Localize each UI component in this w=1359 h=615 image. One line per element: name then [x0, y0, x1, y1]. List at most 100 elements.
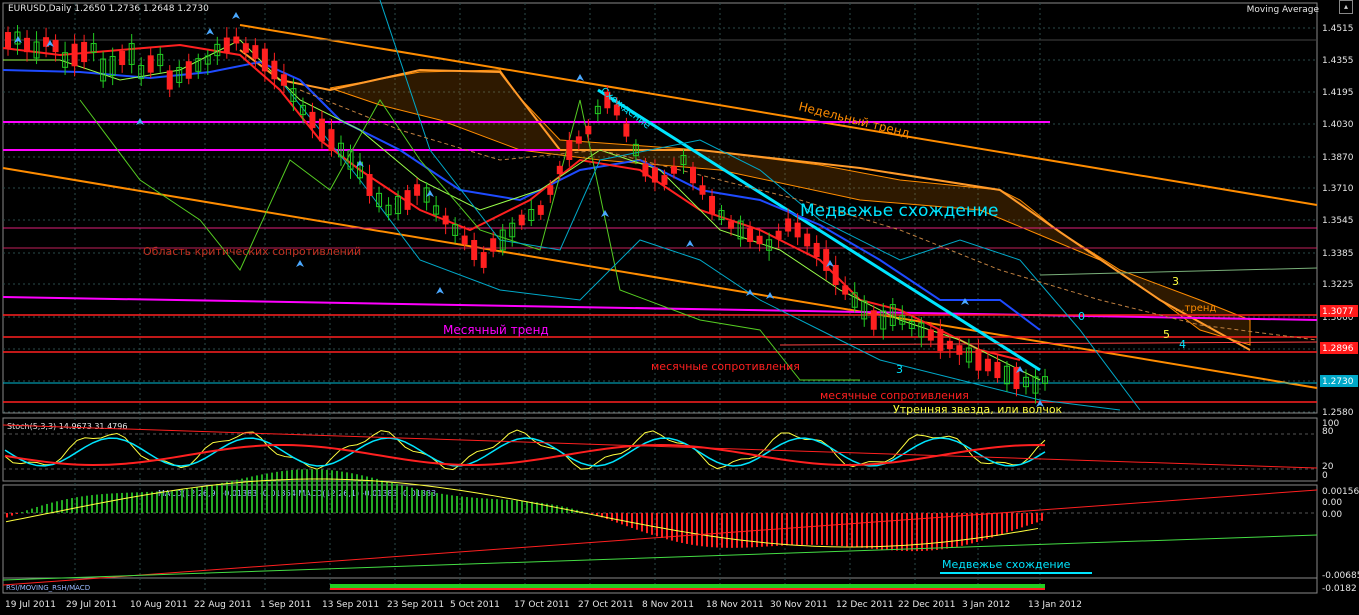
indicator-name: Moving Average [1246, 5, 1319, 15]
time-tick: 3 Jan 2012 [962, 600, 1010, 610]
macd-bar [296, 469, 298, 513]
macd-bar [561, 506, 563, 513]
macd-bar [431, 492, 433, 513]
candle-body [728, 221, 735, 229]
time-tick: 17 Oct 2011 [514, 600, 570, 610]
macd-bar [311, 469, 313, 513]
macd-bar [176, 489, 178, 513]
candle-body [670, 166, 677, 174]
macd-bar [216, 483, 218, 513]
macd-tick: 0.00 [1322, 510, 1342, 520]
candle-body [623, 123, 630, 137]
macd-bar [201, 486, 203, 513]
stoch-tick: 80 [1322, 427, 1334, 437]
macd-bar [831, 513, 833, 546]
macd-bar [466, 497, 468, 513]
close-icon[interactable]: ▴ [1339, 0, 1353, 14]
stoch-label: Stoch(5,3,3) 14.9673 31.4796 [7, 422, 127, 431]
candle-body [547, 185, 554, 195]
macd-bar [516, 500, 518, 513]
macd-bar [346, 472, 348, 513]
macd-bar [366, 476, 368, 513]
symbol-info: EURUSD,Daily 1.2650 1.2736 1.2648 1.2730 [8, 4, 209, 14]
macd-bar [791, 513, 793, 546]
macd-bar [511, 500, 513, 513]
candle-body [252, 45, 259, 59]
candle-body [804, 233, 811, 247]
wave-5-label: 5 [1163, 328, 1170, 341]
macd-bar [276, 471, 278, 513]
macd-bar [66, 499, 68, 513]
candle-body [747, 228, 754, 242]
macd-bar [526, 501, 528, 513]
macd-bar [656, 513, 658, 537]
price-axis: 1.4515 1.4355 1.4195 1.4030 1.3870 1.3710 1.35… [1320, 24, 1358, 418]
bear-divergence-label: Медвежье схождение [800, 201, 999, 221]
macd-bar [361, 475, 363, 513]
macd-bar [981, 513, 983, 541]
macd-bar [1001, 513, 1003, 535]
candle-body [309, 111, 316, 129]
partial-trend-label: ...тренд [1175, 303, 1216, 314]
macd-bar [646, 513, 648, 534]
macd-bar [401, 485, 403, 513]
macd-bar [711, 513, 713, 548]
wave-3-label: 3 [896, 363, 903, 376]
macd-bar [11, 513, 13, 516]
macd-bar [456, 495, 458, 513]
macd-bar [126, 492, 128, 513]
candle-body [442, 215, 449, 225]
candle-body [585, 125, 592, 135]
macd-bar [426, 491, 428, 513]
time-tick: 22 Aug 2011 [194, 600, 252, 610]
macd-bar [131, 492, 133, 513]
price-tick: 1.3225 [1322, 280, 1354, 290]
macd-bar [171, 490, 173, 513]
macd-bar [36, 506, 38, 513]
candle-body [927, 329, 934, 341]
trading-chart[interactable]: Недельный трендСхождениеМедвежье схожден… [0, 0, 1359, 615]
macd-bar [851, 513, 853, 547]
macd-bar [331, 470, 333, 513]
candle-body [185, 61, 192, 79]
macd-bar [211, 484, 213, 513]
candle-body [537, 205, 544, 215]
macd-bar [506, 499, 508, 513]
bottom-label: RSI/MOVING_RSH/MACD [6, 584, 90, 592]
macd-bar [721, 513, 723, 548]
price-tick: 1.4355 [1322, 56, 1354, 66]
candle-body [81, 41, 88, 63]
price-tick: 1.3385 [1322, 249, 1354, 259]
macd-bar [336, 470, 338, 513]
macd-bar [531, 501, 533, 513]
candle-body [166, 70, 173, 90]
price-tick: 1.3710 [1322, 184, 1354, 194]
macd-tick: -0.0182 [1322, 584, 1357, 594]
macd-bar [1006, 513, 1008, 533]
macd-bar [821, 513, 823, 545]
macd-bar [856, 513, 858, 548]
macd-bar [421, 490, 423, 513]
macd-bar [1016, 513, 1018, 530]
macd-bar [116, 493, 118, 513]
macd-bar [396, 484, 398, 513]
macd-bar [826, 513, 828, 546]
stoch-tick: 0 [1322, 471, 1328, 481]
macd-bar [661, 513, 663, 538]
candle-body [651, 167, 658, 183]
macd-bar [1031, 513, 1033, 525]
macd-bar [651, 513, 653, 535]
macd-bar [266, 473, 268, 513]
macd-bar [726, 513, 728, 548]
macd-bar [471, 497, 473, 513]
macd-bar [986, 513, 988, 540]
candle-body [575, 136, 582, 144]
macd-bar [301, 469, 303, 513]
candle-body [832, 264, 839, 286]
macd-bar [1021, 513, 1023, 528]
macd-bar [846, 513, 848, 547]
macd-bar [241, 478, 243, 513]
wave-4-label: 4 [1179, 338, 1186, 351]
macd-bar [781, 513, 783, 546]
price-tag-label: 1.2730 [1322, 377, 1354, 387]
